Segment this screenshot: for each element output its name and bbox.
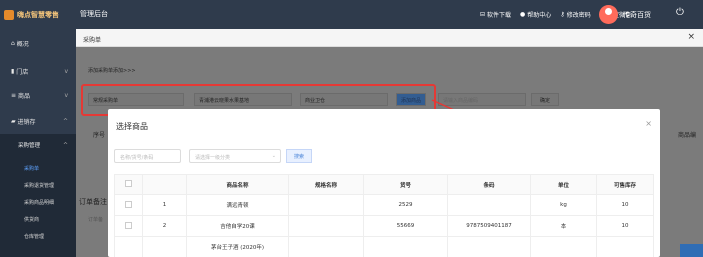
row-spec-name bbox=[288, 215, 364, 237]
row-item-no: 55669 bbox=[363, 215, 448, 237]
category-select[interactable]: 请选择一级分类 ⌄ bbox=[189, 149, 281, 163]
checkbox-icon bbox=[125, 180, 132, 187]
col-item-no: 货号 bbox=[363, 174, 448, 195]
bg-primary-button bbox=[680, 244, 703, 257]
row-checkbox[interactable] bbox=[114, 215, 143, 237]
row-index: 1 bbox=[142, 194, 187, 216]
close-icon[interactable]: × bbox=[687, 32, 695, 42]
sidebar-subitem-purchase-return[interactable]: 采购退货管理 bbox=[0, 179, 76, 192]
row-unit: kg bbox=[530, 194, 597, 216]
top-bar: 嗨点智慧零售 管理后台 ⊟软件下载 ●帮助中心 ⚷修改密码 ●绑定微信 传奇百货… bbox=[0, 0, 703, 29]
row-goods-name: 茅台王子酒 (2020年) bbox=[186, 236, 289, 257]
sidebar-item-goods[interactable]: ≡ 商品 v bbox=[0, 88, 76, 102]
row-stock: 10 bbox=[596, 194, 654, 216]
key-icon: ⚷ bbox=[560, 11, 565, 18]
goods-search-input[interactable]: 名称/货号/条码 bbox=[114, 149, 181, 163]
row-barcode: 9787509401187 bbox=[447, 215, 531, 237]
sidebar-item-store[interactable]: ▮ 门店 v bbox=[0, 64, 76, 78]
row-barcode bbox=[447, 236, 531, 257]
row-item-no bbox=[363, 236, 448, 257]
bg-order-note-label: 订单备注 bbox=[79, 198, 107, 206]
row-stock: 10 bbox=[596, 215, 654, 237]
col-spec-name: 规格名称 bbox=[288, 174, 364, 195]
search-button[interactable]: 搜索 bbox=[286, 149, 312, 163]
select-goods-modal: 选择商品 × 名称/货号/条码 请选择一级分类 ⌄ 搜索 商品名称 规格名称 货号… bbox=[108, 109, 660, 257]
col-unit: 单位 bbox=[530, 174, 597, 195]
row-goods-name: 吉他自学20课 bbox=[186, 215, 289, 237]
goods-table: 商品名称 规格名称 货号 条码 单位 可售库存 1 满远青顿 2529 kg 1… bbox=[114, 174, 654, 257]
sidebar-subitem-warehouse[interactable]: 仓库管理 bbox=[0, 230, 76, 243]
sidebar-item-overview[interactable]: ⌂ 概况 bbox=[0, 36, 76, 50]
table-header-row: 商品名称 规格名称 货号 条码 单位 可售库存 bbox=[114, 174, 654, 195]
bg-order-note-input: 订单备 bbox=[88, 217, 104, 223]
checkbox-icon bbox=[125, 200, 132, 208]
row-goods-name: 满远青顿 bbox=[186, 194, 289, 216]
row-unit bbox=[530, 236, 597, 257]
row-item-no: 2529 bbox=[363, 194, 448, 216]
row-index: 2 bbox=[142, 215, 187, 237]
row-unit: 本 bbox=[530, 215, 597, 237]
table-row[interactable]: 1 满远青顿 2529 kg 10 bbox=[114, 194, 654, 216]
chevron-up-icon: ^ bbox=[62, 141, 68, 149]
chevron-up-icon: ^ bbox=[62, 117, 68, 125]
change-password-link[interactable]: ⚷ 修改密码 bbox=[560, 10, 590, 19]
col-barcode: 条码 bbox=[447, 174, 531, 195]
help-link[interactable]: ● 帮助中心 bbox=[520, 10, 551, 19]
select-all-checkbox[interactable] bbox=[114, 174, 143, 195]
power-icon[interactable]: ⏻ bbox=[676, 7, 684, 18]
close-icon[interactable]: × bbox=[645, 119, 652, 128]
logo: 嗨点智慧零售 bbox=[4, 8, 76, 21]
table-row[interactable]: 2 吉他自学20课 55669 9787509401187 本 10 bbox=[114, 215, 654, 237]
col-index bbox=[142, 174, 187, 195]
help-icon: ● bbox=[520, 11, 526, 18]
sidebar-item-purchase-mgmt[interactable]: 采购管理 ^ bbox=[0, 138, 76, 152]
row-checkbox[interactable] bbox=[114, 236, 143, 257]
logo-icon bbox=[4, 9, 14, 20]
sidebar: ⌂ 概况 ▮ 门店 v ≡ 商品 v ▰ 进销存 ^ 采购管理 ^ 采购单 采购退货管理… bbox=[0, 29, 76, 257]
sidebar-subitem-purchase-detail[interactable]: 采购商品明细 bbox=[0, 196, 76, 209]
row-barcode bbox=[447, 194, 531, 216]
system-title: 管理后台 bbox=[80, 10, 108, 18]
col-goods-name: 商品名称 bbox=[186, 174, 289, 195]
list-icon: ≡ bbox=[11, 91, 18, 99]
avatar[interactable] bbox=[599, 5, 618, 24]
chevron-down-icon: v bbox=[64, 67, 68, 75]
confirm-button[interactable]: 确定 bbox=[531, 93, 559, 106]
row-spec-name bbox=[288, 236, 364, 257]
username[interactable]: 传奇百货 bbox=[623, 10, 651, 20]
checkbox-icon bbox=[125, 221, 132, 229]
bg-col-index: 序号 bbox=[93, 132, 106, 139]
logo-text: 嗨点智慧零售 bbox=[17, 10, 59, 19]
chevron-down-icon: v bbox=[64, 91, 68, 99]
row-stock bbox=[596, 236, 654, 257]
breadcrumb: 添加采购单添加>>> bbox=[88, 68, 136, 74]
col-stock: 可售库存 bbox=[596, 174, 654, 195]
row-checkbox[interactable] bbox=[114, 194, 143, 216]
tab-purchase-order[interactable]: 采购单 bbox=[83, 37, 101, 44]
page-tab-header: 采购单 × bbox=[76, 29, 703, 47]
download-icon: ⊟ bbox=[480, 11, 486, 18]
table-row[interactable]: 茅台王子酒 (2020年) bbox=[114, 236, 654, 257]
modal-title: 选择商品 bbox=[116, 122, 148, 131]
sidebar-subitem-purchase-order[interactable]: 采购单 bbox=[0, 162, 76, 175]
row-index bbox=[142, 236, 187, 257]
sidebar-subitem-supplier[interactable]: 供货商 bbox=[0, 213, 76, 226]
sidebar-item-inventory[interactable]: ▰ 进销存 ^ bbox=[0, 114, 76, 128]
row-spec-name bbox=[288, 194, 364, 216]
inventory-submenu: 采购管理 ^ 采购单 采购退货管理 采购商品明细 供货商 仓库管理 bbox=[0, 134, 76, 257]
chevron-down-icon: ⌄ bbox=[271, 153, 276, 159]
download-link[interactable]: ⊟ 软件下载 bbox=[480, 10, 511, 19]
bg-col-goods-code: 商品编 bbox=[678, 132, 697, 139]
